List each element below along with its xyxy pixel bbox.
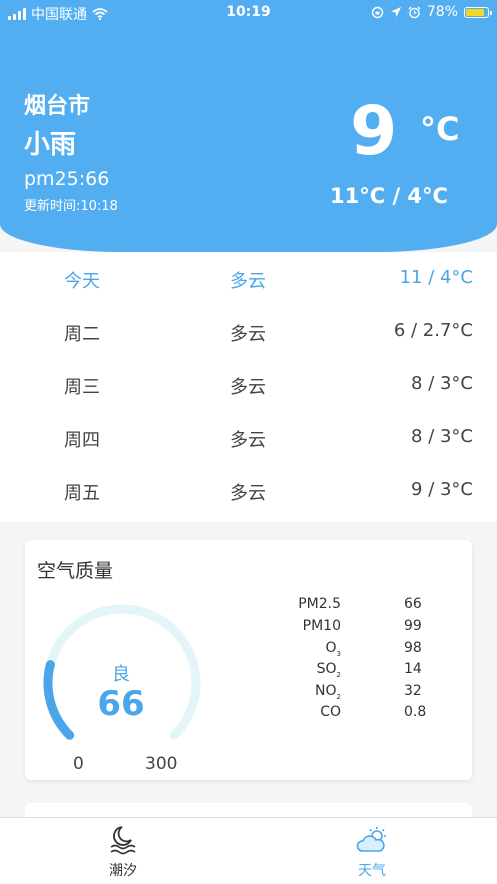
pollutant-value: 99 [404,618,422,634]
forecast-temp: 6 / 2.7°C [393,320,473,341]
forecast-list: 今天 多云 11 / 4°C 周二 多云 6 / 2.7°C 周三 多云 8 /… [0,252,497,522]
forecast-row: 今天 多云 11 / 4°C [0,252,497,305]
forecast-row: 周五 多云 9 / 3°C [0,464,497,517]
location-icon [390,7,401,17]
forecast-condition: 多云 [230,324,266,345]
temperature-unit: °C [420,110,460,148]
forecast-condition: 多云 [230,377,266,398]
pollutant-row: NO2 32 [25,683,472,705]
tab-weather[interactable]: 天气 [312,818,432,884]
pollutant-value: 66 [404,596,422,612]
current-condition: 小雨 [24,130,77,160]
temperature-range: 11°C / 4°C [330,184,448,208]
pollutant-row: PM10 99 [25,618,472,640]
moon-waves-icon [110,826,136,855]
tab-label: 天气 [358,863,386,879]
forecast-row: 周二 多云 6 / 2.7°C [0,305,497,358]
pollutant-value: 0.8 [404,704,427,720]
pollutant-row: O3 98 [25,640,472,662]
forecast-temp: 8 / 3°C [411,373,473,394]
forecast-day: 周三 [64,377,100,398]
forecast-row: 周四 多云 8 / 3°C [0,411,497,464]
pollutant-name: SO2 [316,661,341,679]
pollutant-name: NO2 [315,683,341,701]
pollutant-name: CO [320,704,341,720]
sun-cloud-icon [356,827,386,852]
alarm-icon [408,6,421,18]
status-bar: 中国联通 10:19 78% [0,0,497,26]
tab-bar: 潮汐 天气 [0,817,497,884]
pollutant-row: PM2.5 66 [25,596,472,618]
forecast-row: 周三 多云 8 / 3°C [0,358,497,411]
forecast-temp: 8 / 3°C [411,426,473,447]
forecast-day: 周五 [64,483,100,504]
pollutant-row: SO2 14 [25,661,472,683]
battery-percent: 78% [426,4,458,20]
pollutant-name: O3 [325,640,342,658]
update-time: 更新时间:10:18 [24,199,118,214]
pollutant-value: 14 [404,661,422,677]
pm25-reading: pm25:66 [24,168,110,190]
pollutant-value: 32 [404,683,422,699]
forecast-condition: 多云 [230,430,266,451]
pollutant-name: PM10 [302,618,341,634]
pollutant-row: CO 0.8 [25,704,472,726]
gauge-max: 300 [145,754,178,774]
forecast-condition: 多云 [230,483,266,504]
air-quality-card: 空气质量 良 66 0 300 PM2.5 66 PM10 99 O3 98 S… [25,540,472,780]
forecast-condition: 多云 [230,271,266,292]
air-quality-title: 空气质量 [37,560,114,582]
tab-tide[interactable]: 潮汐 [63,818,183,884]
forecast-temp: 9 / 3°C [411,479,473,500]
pollutant-name: PM2.5 [298,596,341,612]
forecast-day: 今天 [64,271,100,292]
rotation-lock-icon [371,6,384,18]
forecast-day: 周二 [64,324,100,345]
battery-icon [464,6,492,18]
city-name: 烟台市 [24,94,91,119]
pollutant-value: 98 [404,640,422,656]
weather-header: 烟台市 小雨 pm25:66 更新时间:10:18 9 °C 11°C / 4°… [0,0,497,252]
forecast-day: 周四 [64,430,100,451]
forecast-temp: 11 / 4°C [399,267,473,288]
gauge-min: 0 [73,754,84,774]
current-temperature: 9 [350,92,398,171]
tab-label: 潮汐 [109,863,137,879]
